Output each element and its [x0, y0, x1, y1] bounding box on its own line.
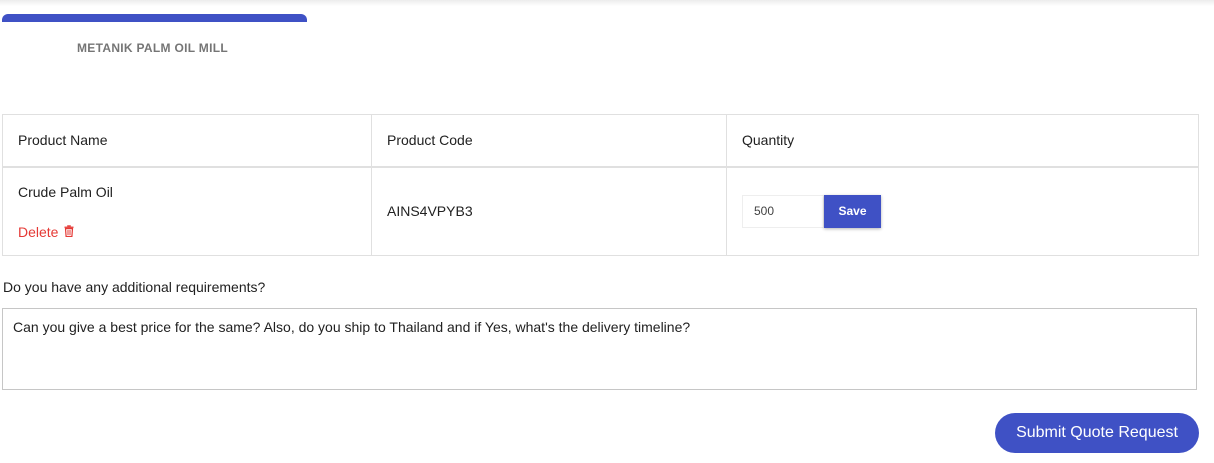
- delete-link[interactable]: Delete: [18, 224, 74, 240]
- tab-supplier[interactable]: METANIK PALM OIL MILL: [2, 41, 303, 55]
- quantity-input[interactable]: [742, 194, 824, 228]
- product-name: Crude Palm Oil: [18, 183, 113, 200]
- header-quantity: Quantity: [726, 114, 1199, 168]
- trash-icon[interactable]: [64, 224, 74, 240]
- table-header-row: Product Name Product Code Quantity: [2, 114, 1199, 168]
- header-product-code: Product Code: [371, 114, 727, 168]
- product-code: AINS4VPYB3: [387, 203, 473, 220]
- requirements-label: Do you have any additional requirements?: [3, 279, 266, 295]
- product-code-cell: AINS4VPYB3: [371, 166, 727, 256]
- tab-active-indicator: [2, 14, 307, 22]
- submit-quote-button[interactable]: Submit Quote Request: [995, 413, 1199, 453]
- requirements-textarea[interactable]: Can you give a best price for the same? …: [2, 308, 1197, 390]
- save-button[interactable]: Save: [824, 194, 881, 228]
- table-row: Crude Palm Oil Delete AINS4VPYB3 500 Sav…: [2, 166, 1199, 256]
- product-name-cell: Crude Palm Oil Delete: [2, 166, 372, 256]
- top-shadow: [0, 0, 1214, 6]
- header-product-name: Product Name: [2, 114, 372, 168]
- delete-label: Delete: [18, 223, 59, 240]
- product-table: Product Name Product Code Quantity Crude…: [2, 114, 1199, 256]
- quantity-cell: Save: [726, 166, 1199, 256]
